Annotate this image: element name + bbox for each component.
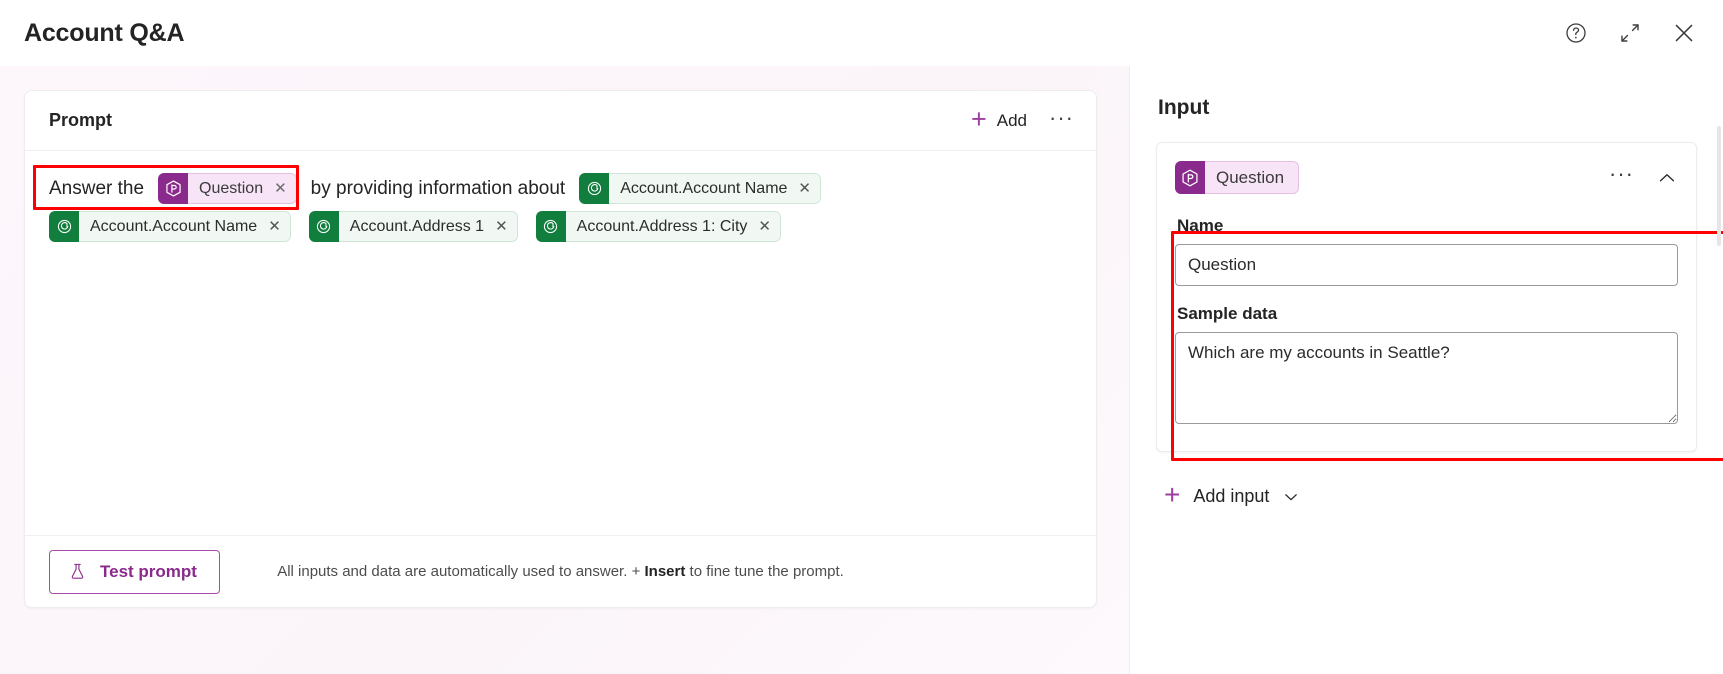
- input-token-icon: [158, 173, 189, 204]
- add-button-label: Add: [996, 110, 1028, 130]
- input-card: Question ··· Name Sample data: [1156, 142, 1723, 461]
- token-body: Question ✕: [188, 173, 297, 204]
- token-remove-icon[interactable]: ✕: [758, 219, 771, 234]
- page-title: Account Q&A: [24, 18, 185, 47]
- field-spacer: [1175, 286, 1678, 304]
- token-remove-icon[interactable]: ✕: [268, 219, 281, 234]
- expand-icon[interactable]: [1617, 20, 1643, 46]
- window-titlebar: Account Q&A: [0, 0, 1723, 66]
- token-account-name-2[interactable]: Account.Account Name ✕: [49, 211, 291, 242]
- token-address-1-city[interactable]: Account.Address 1: City ✕: [535, 211, 781, 242]
- test-prompt-label: Test prompt: [100, 561, 197, 581]
- prompt-editor[interactable]: Answer the Question ✕ by providing infor…: [25, 151, 1096, 535]
- data-token-icon: [308, 211, 339, 242]
- token-address-1[interactable]: Account.Address 1 ✕: [308, 211, 518, 242]
- workspace: Prompt + Add ··· Answer the Question ✕ b…: [0, 66, 1723, 674]
- token-remove-icon[interactable]: ✕: [274, 181, 287, 196]
- titlebar-actions: [1563, 20, 1697, 46]
- add-input-label: Add input: [1193, 486, 1270, 506]
- prompt-static-text-1: Answer the: [49, 177, 145, 199]
- data-token-icon: [49, 211, 79, 242]
- chevron-up-icon[interactable]: [1656, 167, 1678, 189]
- input-more-options-button[interactable]: ···: [1609, 163, 1634, 192]
- add-button[interactable]: + Add: [970, 103, 1028, 134]
- data-token-icon: [579, 173, 610, 204]
- input-card-actions: ···: [1609, 163, 1678, 192]
- input-pane: Input Question ··· Name Question Sample …: [1129, 66, 1723, 674]
- token-account-name-1[interactable]: Account.Account Name ✕: [579, 173, 821, 204]
- token-label: Account.Address 1: City: [576, 217, 748, 235]
- footer-note-suffix: to fine tune the prompt.: [685, 563, 844, 580]
- prompt-text-content: Answer the Question ✕ by providing infor…: [49, 173, 1072, 242]
- prompt-pane: Prompt + Add ··· Answer the Question ✕ b…: [0, 66, 1129, 674]
- close-icon[interactable]: [1671, 20, 1697, 46]
- test-prompt-button[interactable]: Test prompt: [49, 549, 220, 594]
- input-card-header: Question ···: [1175, 161, 1678, 194]
- prompt-static-text-2: by providing information about: [310, 177, 566, 199]
- prompt-section-label: Prompt: [49, 110, 112, 130]
- prompt-card-footer: Test prompt All inputs and data are auto…: [25, 535, 1096, 607]
- sample-data-field-label: Sample data: [1177, 304, 1278, 323]
- prompt-card: Prompt + Add ··· Answer the Question ✕ b…: [24, 90, 1097, 608]
- token-body: Question: [1205, 161, 1300, 194]
- prompt-line-1: Answer the Question ✕ by providing infor…: [49, 173, 1072, 204]
- token-label: Question: [1216, 167, 1285, 187]
- token-remove-icon[interactable]: ✕: [798, 181, 811, 196]
- help-icon[interactable]: [1563, 20, 1589, 46]
- add-input-button[interactable]: + Add input: [1164, 479, 1697, 510]
- plus-icon: +: [1164, 479, 1181, 510]
- input-token-icon: [1175, 161, 1205, 194]
- prompt-header-actions: + Add ···: [970, 103, 1074, 135]
- flask-icon: [68, 562, 87, 581]
- sample-data-textarea[interactable]: [1175, 332, 1678, 424]
- chevron-down-icon[interactable]: [1282, 488, 1300, 506]
- token-body: Account.Account Name ✕: [609, 173, 821, 204]
- panel-scrollbar[interactable]: [1717, 126, 1721, 246]
- token-body: Account.Address 1: City ✕: [565, 211, 781, 242]
- prompt-card-header: Prompt + Add ···: [25, 91, 1096, 151]
- prompt-line-2: Account.Account Name ✕ Account.Address 1…: [49, 211, 1072, 242]
- name-input[interactable]: [1175, 244, 1678, 286]
- token-question[interactable]: Question ✕: [158, 173, 297, 204]
- token-body: Account.Account Name ✕: [79, 211, 291, 242]
- token-body: Account.Address 1 ✕: [338, 211, 518, 242]
- plus-icon: +: [970, 103, 987, 134]
- token-label: Account.Account Name: [620, 179, 788, 197]
- data-token-icon: [535, 211, 566, 242]
- input-panel-title: Input: [1158, 96, 1210, 119]
- token-label: Account.Address 1: [349, 217, 485, 235]
- token-label: Question: [199, 179, 264, 197]
- footer-note-insert: Insert: [644, 563, 686, 580]
- input-card-question-chip[interactable]: Question: [1175, 161, 1300, 194]
- token-label: Account.Account Name: [90, 217, 258, 235]
- token-remove-icon[interactable]: ✕: [495, 219, 508, 234]
- footer-note-prefix: All inputs and data are automatically us…: [277, 563, 645, 580]
- name-field-label: Name: [1177, 216, 1224, 235]
- prompt-more-options-button[interactable]: ···: [1049, 106, 1074, 135]
